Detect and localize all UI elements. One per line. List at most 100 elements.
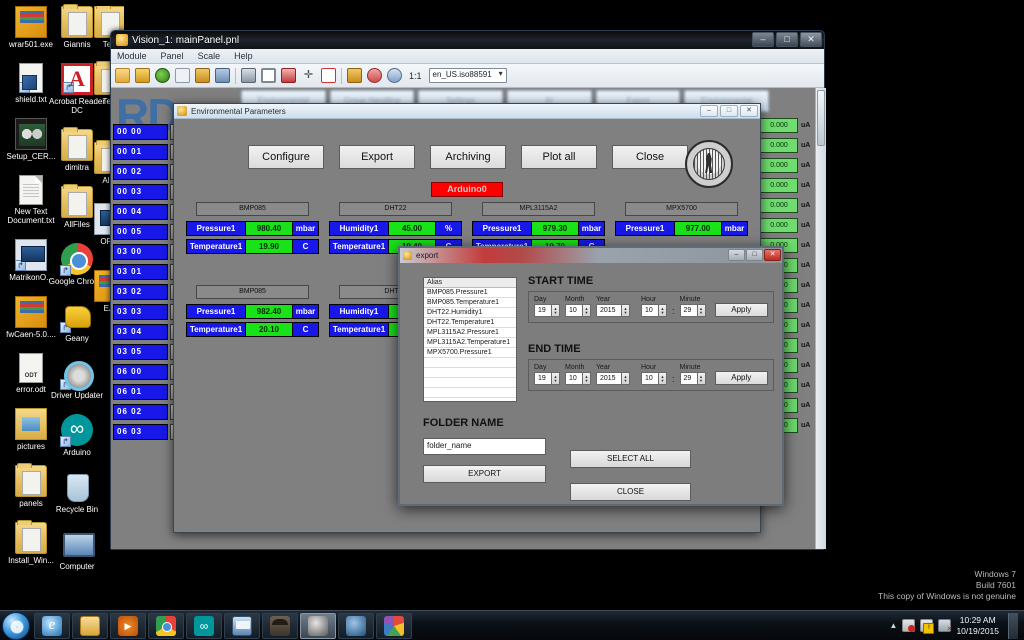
day-spinner[interactable]: 19 ▲ ▼ xyxy=(534,372,560,385)
list-item-empty[interactable] xyxy=(424,378,516,388)
hour-spinner[interactable]: 10 ▲ ▼ xyxy=(641,304,667,317)
start-apply-button[interactable]: Apply xyxy=(714,303,768,317)
export-dialog-titlebar[interactable]: export – □ ✕ xyxy=(400,248,782,263)
scrollbar-thumb[interactable] xyxy=(817,90,825,146)
alias-listbox[interactable]: Alias BMP085.Pressure1 BMP085.Temperatur… xyxy=(423,277,517,402)
spinner-buttons[interactable]: ▲ ▼ xyxy=(552,372,560,385)
spinner-buttons[interactable]: ▲ ▼ xyxy=(583,304,591,317)
network-icon[interactable] xyxy=(215,68,230,83)
print-icon[interactable] xyxy=(241,68,256,83)
spinner-value[interactable]: 2015 xyxy=(596,372,622,385)
menu-item-module[interactable]: Module xyxy=(117,51,147,61)
list-item[interactable]: DHT22.Humidity1 xyxy=(424,308,516,318)
list-item-empty[interactable] xyxy=(424,368,516,378)
month-spinner[interactable]: 10 ▲ ▼ xyxy=(565,304,591,317)
menu-item-panel[interactable]: Panel xyxy=(161,51,184,61)
spinner-value[interactable]: 10 xyxy=(641,372,659,385)
spinner-buttons[interactable]: ▲ ▼ xyxy=(659,304,667,317)
open-panel-icon[interactable] xyxy=(115,68,130,83)
hour-spinner[interactable]: 10 ▲ ▼ xyxy=(641,372,667,385)
taskbar-item-windows-media-player[interactable] xyxy=(110,612,146,639)
close-button[interactable]: ✕ xyxy=(800,32,822,47)
taskbar-item-paint-app[interactable] xyxy=(376,612,412,639)
minimize-button[interactable]: – xyxy=(728,249,745,261)
list-item[interactable]: MPL3115A2.Temperature1 xyxy=(424,338,516,348)
security-alert-icon[interactable] xyxy=(902,619,916,632)
export-action-button[interactable]: EXPORT xyxy=(423,465,546,483)
minimize-button[interactable]: – xyxy=(752,32,774,47)
spinner-buttons[interactable]: ▲ ▼ xyxy=(697,372,706,385)
show-desktop-button[interactable] xyxy=(1008,612,1018,639)
zoom-in-icon[interactable] xyxy=(367,68,382,83)
archiving-button[interactable]: Archiving xyxy=(430,145,506,169)
volume-muted-icon[interactable] xyxy=(938,619,952,633)
maximize-button[interactable]: □ xyxy=(720,105,738,117)
spinner-value[interactable]: 19 xyxy=(534,372,552,385)
list-item-empty[interactable] xyxy=(424,398,516,401)
configure-button[interactable]: Configure xyxy=(248,145,324,169)
list-item-empty[interactable] xyxy=(424,358,516,368)
close-button[interactable]: ✕ xyxy=(740,105,758,117)
list-item[interactable]: DHT22.Temperature1 xyxy=(424,318,516,328)
minute-spinner[interactable]: 29 ▲ ▼ xyxy=(679,304,706,317)
close-button[interactable]: ✕ xyxy=(764,249,781,261)
month-spinner[interactable]: 10 ▲ ▼ xyxy=(565,372,591,385)
spinner-buttons[interactable]: ▲ ▼ xyxy=(697,304,706,317)
maximize-button[interactable]: □ xyxy=(776,32,798,47)
menu-item-scale[interactable]: Scale xyxy=(198,51,221,61)
close-export-button[interactable]: CLOSE xyxy=(570,483,691,501)
move-icon[interactable]: ✛ xyxy=(301,68,316,83)
desktop-background[interactable]: wrar501.exe shield.txt Setup_CER... New … xyxy=(0,0,1024,640)
list-item[interactable]: MPX5700.Pressure1 xyxy=(424,348,516,358)
year-spinner[interactable]: 2015 ▲ ▼ xyxy=(596,304,630,317)
desktop-icon-arduino[interactable]: Arduino xyxy=(48,414,106,457)
locale-dropdown[interactable]: en_US.iso88591 xyxy=(428,68,507,83)
minute-spinner[interactable]: 29 ▲ ▼ xyxy=(679,372,706,385)
start-orb-icon[interactable] xyxy=(2,611,30,640)
list-item[interactable]: MPL3115A2.Pressure1 xyxy=(424,328,516,338)
spinner-value[interactable]: 19 xyxy=(534,304,552,317)
taskbar-item-vision-panel[interactable] xyxy=(300,612,336,639)
vertical-scrollbar[interactable] xyxy=(815,88,826,549)
taskbar-item-notes-app[interactable] xyxy=(338,612,374,639)
tree-icon[interactable] xyxy=(175,68,190,83)
action-center-icon[interactable] xyxy=(920,619,935,634)
spinner-buttons[interactable]: ▲ ▼ xyxy=(622,304,630,317)
device-status-badge[interactable]: Arduino0 xyxy=(431,182,503,197)
taskbar-item-windows-explorer[interactable] xyxy=(72,612,108,639)
export-button[interactable]: Export xyxy=(339,145,415,169)
menu-item-help[interactable]: Help xyxy=(234,51,253,61)
paint-icon[interactable] xyxy=(281,68,296,83)
taskbar-item-spy-app[interactable] xyxy=(262,612,298,639)
stop-icon[interactable] xyxy=(135,68,150,83)
close-dialog-button[interactable]: Close xyxy=(612,145,688,169)
year-spinner[interactable]: 2015 ▲ ▼ xyxy=(596,372,630,385)
spinner-buttons[interactable]: ▲ ▼ xyxy=(622,372,630,385)
minimize-button[interactable]: – xyxy=(700,105,718,117)
maximize-button[interactable]: □ xyxy=(746,249,763,261)
spinner-buttons[interactable]: ▲ ▼ xyxy=(583,372,591,385)
end-apply-button[interactable]: Apply xyxy=(714,371,768,385)
taskbar-item-google-chrome[interactable] xyxy=(148,612,184,639)
list-item[interactable]: BMP085.Pressure1 xyxy=(424,288,516,298)
grid-icon[interactable] xyxy=(347,68,362,83)
spinner-value[interactable]: 10 xyxy=(565,372,583,385)
arrow-up-icon[interactable]: ▲ xyxy=(890,621,898,630)
list-item[interactable]: BMP085.Temperature1 xyxy=(424,298,516,308)
spinner-buttons[interactable]: ▲ ▼ xyxy=(552,304,560,317)
spinner-value[interactable]: 29 xyxy=(679,304,698,317)
plot-all-button[interactable]: Plot all xyxy=(521,145,597,169)
spinner-value[interactable]: 29 xyxy=(679,372,698,385)
taskbar-item-arduino-ide[interactable] xyxy=(186,612,222,639)
select-all-button[interactable]: SELECT ALL xyxy=(570,450,691,468)
env-dialog-titlebar[interactable]: Environmental Parameters – □ ✕ xyxy=(174,104,760,119)
desktop-icon-driver-updater[interactable]: Driver Updater xyxy=(48,357,106,400)
taskbar-item-wincc-oa[interactable] xyxy=(224,612,260,639)
vision-titlebar[interactable]: Vision_1: mainPanel.pnl – □ ✕ xyxy=(111,31,824,49)
crop-icon[interactable] xyxy=(321,68,336,83)
desktop-icon-computer[interactable]: Computer xyxy=(48,528,106,571)
select-arrow-icon[interactable] xyxy=(261,68,276,83)
list-item-empty[interactable] xyxy=(424,388,516,398)
day-spinner[interactable]: 19 ▲ ▼ xyxy=(534,304,560,317)
desktop-icon-recycle-bin[interactable]: Recycle Bin xyxy=(48,471,106,514)
